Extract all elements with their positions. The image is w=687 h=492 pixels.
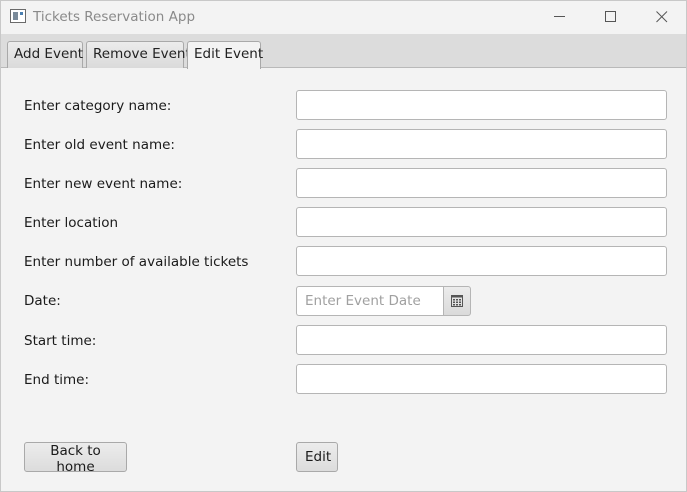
maximize-button[interactable] bbox=[588, 1, 634, 33]
category-input[interactable] bbox=[296, 90, 667, 120]
title-bar: Tickets Reservation App bbox=[1, 1, 686, 33]
location-input[interactable] bbox=[296, 207, 667, 237]
date-picker-button[interactable] bbox=[443, 286, 471, 316]
back-to-home-button[interactable]: Back to home bbox=[24, 442, 127, 475]
start-time-label: Start time: bbox=[24, 333, 97, 349]
new-event-input[interactable] bbox=[296, 168, 667, 198]
edit-button[interactable]: Edit bbox=[296, 442, 338, 472]
window-title: Tickets Reservation App bbox=[33, 9, 196, 25]
date-label: Date: bbox=[24, 293, 61, 309]
tab-bar: Add Event Remove Event Edit Event bbox=[1, 34, 686, 69]
tab-remove-event[interactable]: Remove Event bbox=[86, 41, 191, 68]
minimize-button[interactable] bbox=[537, 1, 583, 33]
app-window-icon bbox=[10, 9, 26, 23]
app-window: Tickets Reservation App Add Event Remove… bbox=[0, 0, 687, 492]
end-time-input[interactable] bbox=[296, 364, 667, 394]
close-button[interactable] bbox=[639, 1, 685, 33]
date-input[interactable] bbox=[296, 286, 444, 316]
category-label: Enter category name: bbox=[24, 98, 172, 114]
old-event-label: Enter old event name: bbox=[24, 137, 175, 153]
tickets-input[interactable] bbox=[296, 246, 667, 276]
location-label: Enter location bbox=[24, 215, 119, 231]
close-icon bbox=[656, 11, 668, 23]
minimize-icon bbox=[554, 16, 565, 17]
tickets-label: Enter number of available tickets bbox=[24, 254, 249, 270]
end-time-label: End time: bbox=[24, 372, 89, 388]
start-time-input[interactable] bbox=[296, 325, 667, 355]
new-event-label: Enter new event name: bbox=[24, 176, 183, 192]
calendar-icon bbox=[451, 295, 463, 307]
tab-add-event[interactable]: Add Event bbox=[7, 41, 83, 68]
old-event-input[interactable] bbox=[296, 129, 667, 159]
tab-edit-event[interactable]: Edit Event bbox=[187, 41, 263, 69]
maximize-icon bbox=[605, 11, 616, 22]
